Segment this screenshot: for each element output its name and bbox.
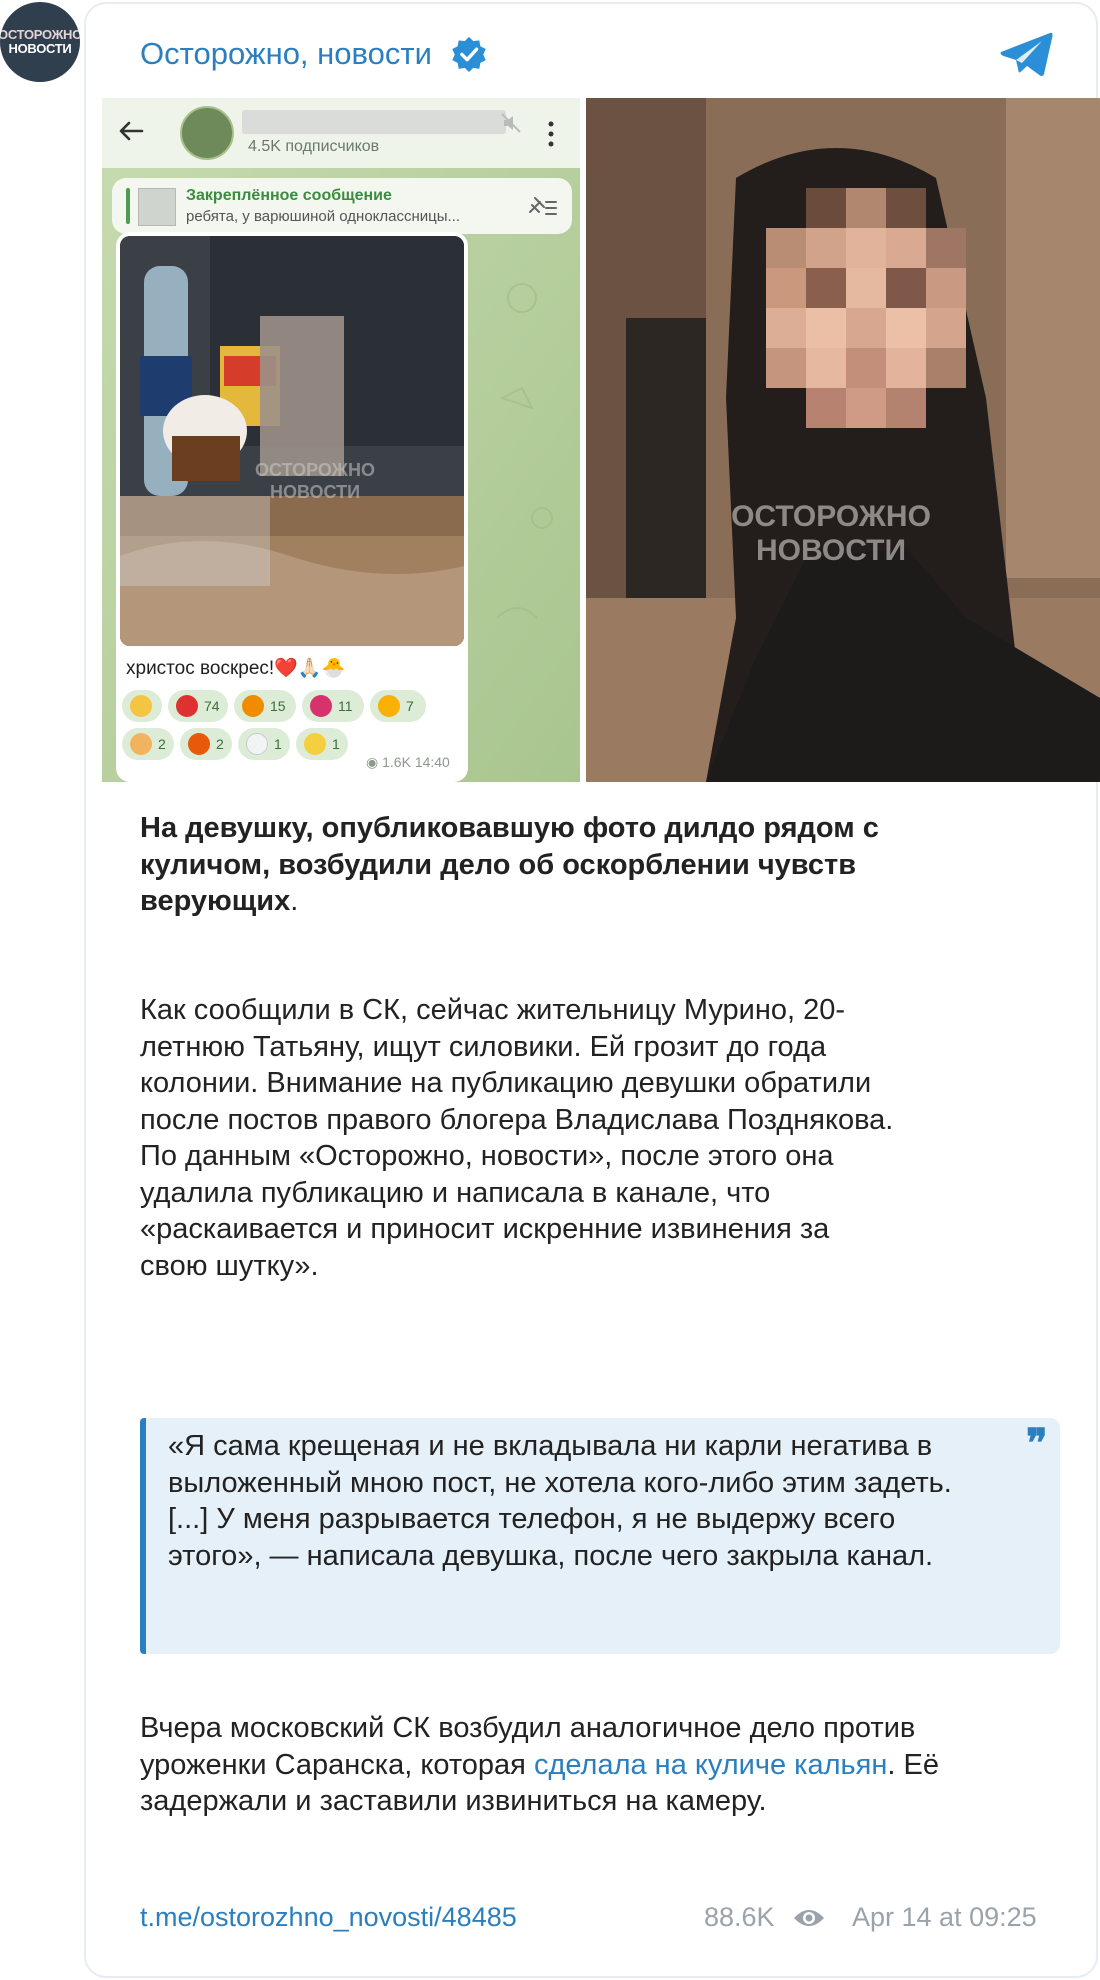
more-options-icon[interactable] [548, 120, 554, 148]
cat-emoji-icon [378, 695, 400, 717]
pin-list-icon[interactable] [526, 192, 558, 220]
channel-avatar[interactable]: ОСТОРОЖНО НОВОСТИ [0, 2, 80, 82]
media-gallery[interactable]: 4.5K подписчиков Закреплённое сообщение … [102, 98, 1100, 782]
reaction-heart[interactable]: 74 [168, 690, 228, 722]
avatar-text-line1: ОСТОРОЖНО [0, 27, 80, 42]
pinned-text: ребята, у варюшиной одноклассницы... [186, 208, 461, 225]
reaction-count: 7 [406, 698, 414, 714]
view-count: 88.6K [704, 1902, 775, 1932]
reaction-writing[interactable]: 2 [122, 728, 174, 760]
message-caption: христос воскрес!❤️🙏🏻🐣 [126, 658, 346, 679]
svg-text:НОВОСТИ: НОВОСТИ [270, 482, 360, 502]
writing-hand-emoji-icon [130, 733, 152, 755]
post-title: На девушку, опубликовавшую фото дилдо ря… [140, 810, 880, 920]
pinned-indicator [126, 188, 130, 224]
star-emoji-icon [130, 695, 152, 717]
telegram-icon[interactable] [998, 30, 1054, 78]
kiss-emoji-icon [310, 695, 332, 717]
eye-icon [794, 1910, 824, 1926]
eye-small-icon: ◉ [366, 754, 383, 770]
photo-watermark-line1: ОСТОРОЖНО [731, 500, 931, 533]
reaction-strawberry[interactable]: 2 [180, 728, 232, 760]
heart-emoji-icon [176, 695, 198, 717]
pinned-thumbnail [138, 188, 176, 226]
message-bubble[interactable]: ОСТОРОЖНО НОВОСТИ христос воскрес!❤️🙏🏻🐣 … [116, 232, 468, 782]
post-date: Apr 14 at 09:25 [852, 1902, 1037, 1932]
moon-face-emoji-icon [304, 733, 326, 755]
reaction-count: 15 [270, 698, 286, 714]
avatar-text-line2: НОВОСТИ [8, 41, 72, 56]
post-header: Осторожно, новости [140, 32, 488, 76]
fire-emoji-icon [242, 695, 264, 717]
quote-text: «Я сама крещеная и не вкладывала ни карл… [168, 1430, 952, 1572]
post-paragraph-2: Вчера московский СК возбудил аналогичное… [140, 1710, 940, 1820]
reaction-count: 11 [338, 698, 353, 714]
ghost-emoji-icon [246, 733, 268, 755]
embedded-telegram-screenshot[interactable]: 4.5K подписчиков Закреплённое сообщение … [102, 98, 580, 782]
back-arrow-icon[interactable] [116, 116, 146, 146]
post-title-end: . [290, 885, 299, 917]
pinned-title: Закреплённое сообщение [186, 187, 392, 204]
post-paragraph-1: Как сообщили в СК, сейчас жительницу Мур… [140, 994, 894, 1282]
channel-name-link[interactable]: Осторожно, новости [140, 36, 432, 72]
photo-watermark-line2: НОВОСТИ [756, 534, 906, 567]
verified-badge-icon [452, 36, 486, 73]
pixelated-portrait-photo[interactable]: ОСТОРОЖНО НОВОСТИ [586, 98, 1100, 782]
reaction-count: 1 [274, 736, 282, 752]
post-title-text: На девушку, опубликовавшую фото дилдо ря… [140, 812, 879, 917]
message-views: 1.6K [382, 754, 411, 770]
reaction-cat[interactable]: 7 [370, 690, 426, 722]
post-footer: t.me/ostorozhno_novosti/48485 88.6K Apr … [140, 1902, 1060, 1938]
reaction-kiss[interactable]: 11 [302, 690, 364, 722]
blockquote: «Я сама крещеная и не вкладывала ни карл… [140, 1418, 1060, 1654]
muted-icon [501, 113, 521, 133]
quote-mark-icon: ❞ [1026, 1420, 1048, 1467]
blurred-chat-name [242, 110, 506, 134]
reaction-count: 2 [216, 736, 224, 752]
chat-avatar[interactable] [180, 106, 234, 160]
inline-article-link[interactable]: сделала на куличе кальян [534, 1749, 887, 1781]
reaction-fire[interactable]: 15 [234, 690, 296, 722]
strawberry-emoji-icon [188, 733, 210, 755]
photo-watermark-small: ОСТОРОЖНО [255, 460, 375, 480]
reaction-star[interactable] [122, 690, 162, 722]
reaction-count: 74 [204, 698, 220, 714]
pinned-message-bar[interactable]: Закреплённое сообщение ребята, у варюшин… [112, 178, 572, 234]
message-photo[interactable]: ОСТОРОЖНО НОВОСТИ [120, 236, 464, 646]
subscriber-count: 4.5K подписчиков [248, 138, 380, 155]
reaction-moon[interactable]: 1 [296, 728, 348, 760]
post-permalink[interactable]: t.me/ostorozhno_novosti/48485 [140, 1902, 517, 1933]
chat-header: 4.5K подписчиков [102, 98, 580, 168]
message-time: 14:40 [414, 754, 450, 770]
reaction-ghost[interactable]: 1 [238, 728, 290, 760]
reaction-count: 1 [332, 736, 340, 752]
reaction-count: 2 [158, 736, 166, 752]
message-meta: ◉ 1.6K 14:40 [366, 754, 450, 771]
post-card: Осторожно, новости 4.5K подписчиков Закр… [84, 2, 1100, 1978]
